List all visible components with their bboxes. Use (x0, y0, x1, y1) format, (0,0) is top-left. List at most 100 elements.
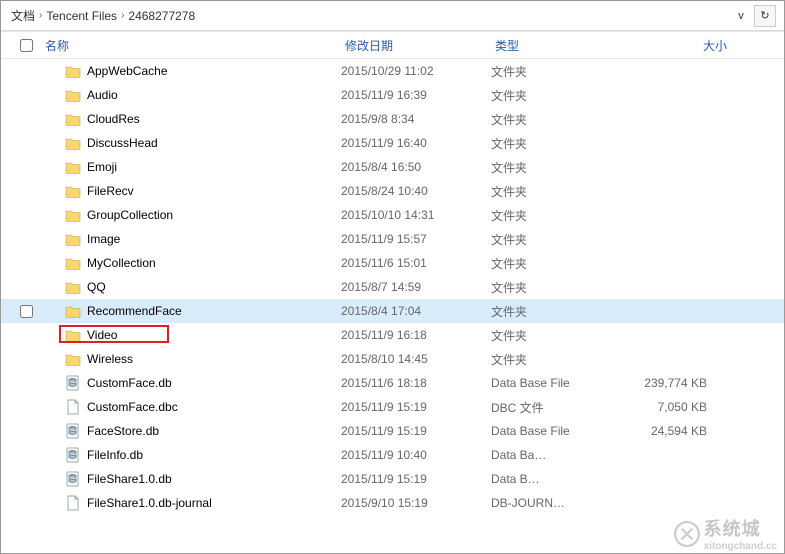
folder-icon (65, 135, 81, 151)
file-list[interactable]: AppWebCache2015/10/29 11:02文件夹 Audio 2015/… (1, 59, 784, 553)
select-all-checkbox[interactable] (20, 39, 33, 52)
column-name[interactable]: 名称 (41, 37, 341, 54)
breadcrumb-seg[interactable]: Tencent Files (46, 9, 117, 23)
watermark: 系统城 xitongchand.cc (674, 515, 777, 552)
dbfile-icon (65, 471, 81, 487)
cell-name[interactable]: RecommendFace (41, 303, 341, 319)
select-all-cell[interactable] (1, 39, 41, 52)
cell-name[interactable]: CustomFace.dbc (41, 399, 341, 415)
cell-date: 2015/9/8 8:34 (341, 112, 491, 126)
file-name: CustomFace.dbc (87, 400, 178, 414)
cell-name[interactable]: CloudRes (41, 111, 341, 127)
folder-icon (65, 303, 81, 319)
table-row[interactable]: Image2015/11/9 15:57文件夹 (1, 227, 784, 251)
cell-date: 2015/11/9 16:39 (341, 88, 491, 102)
file-name: CloudRes (87, 112, 140, 126)
cell-name[interactable]: Audio (41, 87, 341, 103)
cell-type: DBC 文件 (491, 399, 621, 416)
table-row[interactable]: CustomFace.dbc2015/11/9 15:19DBC 文件7,050… (1, 395, 784, 419)
cell-date: 2015/8/4 17:04 (341, 304, 491, 318)
row-checkbox-slot (1, 305, 41, 318)
table-row[interactable]: CustomFace.db2015/11/6 18:18Data Base Fi… (1, 371, 784, 395)
file-name: Image (87, 232, 120, 246)
cell-name[interactable]: GroupCollection (41, 207, 341, 223)
column-size[interactable]: 大小 (621, 37, 731, 54)
cell-size: 24,594 KB (621, 424, 731, 438)
cell-size: 239,774 KB (621, 376, 731, 390)
cell-name[interactable]: Wireless (41, 351, 341, 367)
cell-type: 文件夹 (491, 159, 621, 176)
breadcrumb[interactable]: 文档 › Tencent Files › 2468277278 (5, 7, 730, 24)
table-row[interactable]: Audio2015/11/9 16:39文件夹 (1, 83, 784, 107)
address-bar: 文档 › Tencent Files › 2468277278 v ↻ (1, 1, 784, 31)
cell-name[interactable]: MyCollection (41, 255, 341, 271)
file-name: DiscussHead (87, 136, 158, 150)
table-row[interactable]: Wireless2015/8/10 14:45文件夹 (1, 347, 784, 371)
cell-name[interactable]: DiscussHead (41, 135, 341, 151)
column-header: 名称 修改日期 类型 大小 (1, 31, 784, 59)
table-row[interactable]: FileShare1.0.db-journal2015/9/10 15:19DB… (1, 491, 784, 515)
file-name: FaceStore.db (87, 424, 159, 438)
cell-type: 文件夹 (491, 207, 621, 224)
column-type[interactable]: 类型 (491, 37, 621, 54)
folder-icon (65, 351, 81, 367)
table-row[interactable]: Video2015/11/9 16:18文件夹 (1, 323, 784, 347)
cell-name[interactable]: FileRecv (41, 183, 341, 199)
file-name: Emoji (87, 160, 117, 174)
cell-date: 2015/11/9 16:40 (341, 136, 491, 150)
cell-name[interactable]: QQ (41, 279, 341, 295)
table-row[interactable]: FaceStore.db2015/11/9 15:19Data Base Fil… (1, 419, 784, 443)
dbfile-icon (65, 447, 81, 463)
folder-icon (65, 231, 81, 247)
cell-date: 2015/9/10 15:19 (341, 496, 491, 510)
table-row[interactable]: QQ2015/8/7 14:59文件夹 (1, 275, 784, 299)
cell-size: 7,050 KB (621, 400, 731, 414)
refresh-button[interactable]: ↻ (754, 5, 776, 27)
cell-date: 2015/11/9 10:40 (341, 448, 491, 462)
table-row[interactable]: GroupCollection2015/10/10 14:31文件夹 (1, 203, 784, 227)
table-row[interactable]: FileInfo.db2015/11/9 10:40Data Ba… (1, 443, 784, 467)
cell-date: 2015/11/9 15:57 (341, 232, 491, 246)
breadcrumb-seg[interactable]: 2468277278 (128, 9, 195, 23)
cell-name[interactable]: FileShare1.0.db-journal (41, 495, 341, 511)
cell-date: 2015/8/7 14:59 (341, 280, 491, 294)
cell-name[interactable]: Video (41, 327, 341, 343)
dbfile-icon (65, 423, 81, 439)
cell-type: 文件夹 (491, 111, 621, 128)
address-controls: v ↻ (730, 5, 780, 27)
table-row[interactable]: AppWebCache2015/10/29 11:02文件夹 (1, 59, 784, 83)
file-name: FileShare1.0.db (87, 472, 172, 486)
cell-name[interactable]: FaceStore.db (41, 423, 341, 439)
table-row[interactable]: RecommendFace2015/8/4 17:04文件夹 (1, 299, 784, 323)
cell-type: 文件夹 (491, 303, 621, 320)
table-row[interactable]: CloudRes 2015/9/8 8:34文件夹 (1, 107, 784, 131)
folder-icon (65, 279, 81, 295)
cell-date: 2015/8/24 10:40 (341, 184, 491, 198)
cell-type: 文件夹 (491, 63, 621, 80)
folder-icon (65, 87, 81, 103)
cell-name[interactable]: CustomFace.db (41, 375, 341, 391)
file-name: QQ (87, 280, 106, 294)
cell-name[interactable]: Image (41, 231, 341, 247)
cell-date: 2015/10/10 14:31 (341, 208, 491, 222)
file-name: FileInfo.db (87, 448, 143, 462)
cell-name[interactable]: AppWebCache (41, 63, 341, 79)
cell-date: 2015/11/9 16:18 (341, 328, 491, 342)
address-dropdown-button[interactable]: v (730, 5, 752, 27)
table-row[interactable]: FileShare1.0.db2015/11/9 15:19Data B… (1, 467, 784, 491)
cell-name[interactable]: Emoji (41, 159, 341, 175)
row-checkbox[interactable] (20, 305, 33, 318)
table-row[interactable]: DiscussHead2015/11/9 16:40文件夹 (1, 131, 784, 155)
file-name: Video (87, 328, 117, 342)
table-row[interactable]: Emoji2015/8/4 16:50文件夹 (1, 155, 784, 179)
breadcrumb-seg[interactable]: 文档 (11, 7, 35, 24)
file-name: AppWebCache (87, 64, 168, 78)
cell-name[interactable]: FileShare1.0.db (41, 471, 341, 487)
cell-name[interactable]: FileInfo.db (41, 447, 341, 463)
file-name: Audio (87, 88, 118, 102)
column-date[interactable]: 修改日期 (341, 37, 491, 54)
folder-icon (65, 183, 81, 199)
table-row[interactable]: MyCollection2015/11/6 15:01文件夹 (1, 251, 784, 275)
table-row[interactable]: FileRecv2015/8/24 10:40文件夹 (1, 179, 784, 203)
cell-date: 2015/11/6 18:18 (341, 376, 491, 390)
